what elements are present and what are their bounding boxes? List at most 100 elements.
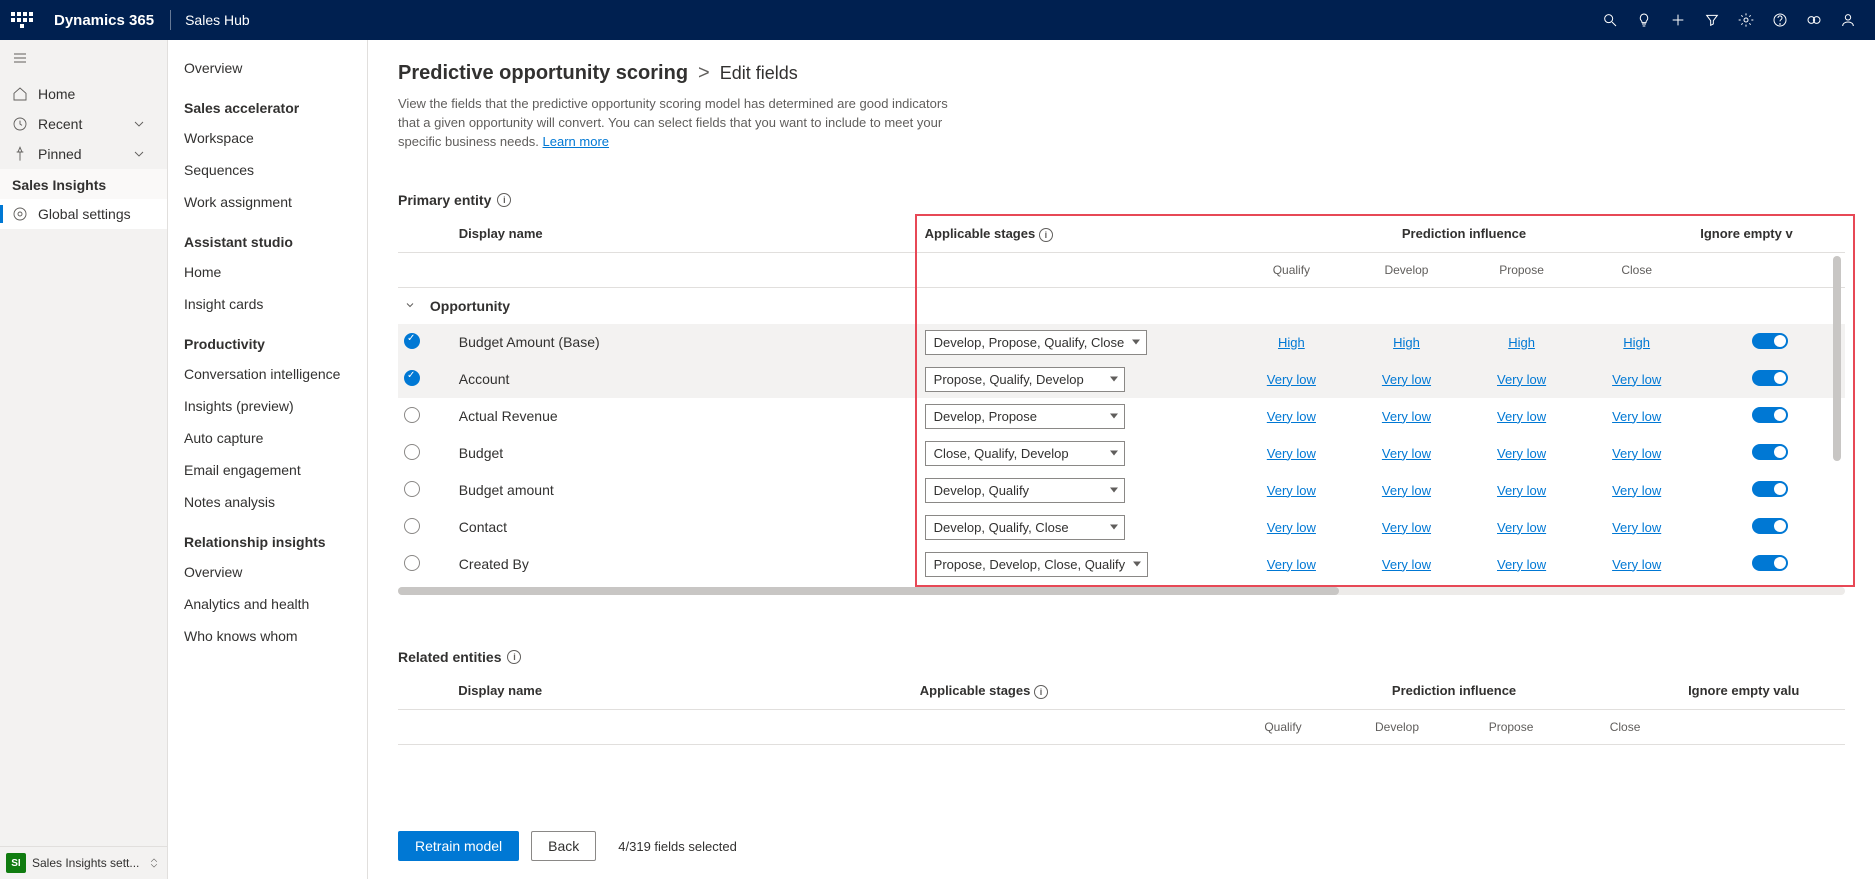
info-icon[interactable]: i — [1034, 685, 1048, 699]
influence-link[interactable]: Very low — [1355, 483, 1458, 498]
influence-link[interactable]: Very low — [1585, 446, 1688, 461]
breadcrumb: Predictive opportunity scoring > Edit fi… — [398, 62, 1845, 85]
applicable-stages-dropdown[interactable]: Propose, Qualify, Develop — [925, 367, 1125, 392]
influence-link[interactable]: Very low — [1240, 520, 1343, 535]
influence-link[interactable]: Very low — [1240, 557, 1343, 572]
influence-link[interactable]: High — [1355, 335, 1458, 350]
influence-link[interactable]: Very low — [1585, 557, 1688, 572]
retrain-model-button[interactable]: Retrain model — [398, 831, 519, 861]
applicable-stages-dropdown[interactable]: Develop, Propose — [925, 404, 1125, 429]
influence-link[interactable]: Very low — [1355, 446, 1458, 461]
influence-link[interactable]: Very low — [1240, 483, 1343, 498]
row-select-radio[interactable] — [404, 518, 420, 534]
learn-more-link[interactable]: Learn more — [543, 134, 609, 149]
nav-home[interactable]: Home — [0, 79, 167, 109]
filter-icon[interactable] — [1695, 0, 1729, 40]
plus-icon[interactable] — [1661, 0, 1695, 40]
chevron-down-icon[interactable] — [404, 299, 416, 311]
app-icon[interactable] — [1797, 0, 1831, 40]
subnav-work-assignment[interactable]: Work assignment — [168, 186, 367, 218]
ignore-empty-toggle[interactable] — [1752, 555, 1788, 571]
ignore-empty-toggle[interactable] — [1752, 370, 1788, 386]
ignore-empty-toggle[interactable] — [1752, 407, 1788, 423]
back-button[interactable]: Back — [531, 831, 596, 861]
help-icon[interactable] — [1763, 0, 1797, 40]
app-name-label[interactable]: Sales Hub — [185, 12, 250, 28]
hamburger-icon[interactable] — [0, 40, 167, 79]
row-select-radio[interactable] — [404, 370, 420, 386]
row-select-radio[interactable] — [404, 333, 420, 349]
row-select-radio[interactable] — [404, 481, 420, 497]
lightbulb-icon[interactable] — [1627, 0, 1661, 40]
applicable-stages-dropdown[interactable]: Develop, Qualify — [925, 478, 1125, 503]
influence-link[interactable]: Very low — [1470, 446, 1573, 461]
influence-link[interactable]: Very low — [1240, 446, 1343, 461]
row-select-radio[interactable] — [404, 555, 420, 571]
influence-link[interactable]: Very low — [1355, 557, 1458, 572]
influence-link[interactable]: Very low — [1240, 409, 1343, 424]
info-icon[interactable]: i — [1039, 228, 1053, 242]
influence-link[interactable]: Very low — [1585, 483, 1688, 498]
ignore-empty-toggle[interactable] — [1752, 444, 1788, 460]
influence-link[interactable]: Very low — [1585, 520, 1688, 535]
vertical-divider — [170, 10, 171, 30]
influence-link[interactable]: Very low — [1355, 372, 1458, 387]
subnav-sequences[interactable]: Sequences — [168, 154, 367, 186]
ignore-empty-toggle[interactable] — [1752, 333, 1788, 349]
influence-link[interactable]: High — [1470, 335, 1573, 350]
horizontal-scrollbar[interactable] — [398, 587, 1845, 595]
applicable-stages-dropdown[interactable]: Propose, Develop, Close, Qualify — [925, 552, 1148, 577]
applicable-stages-dropdown[interactable]: Develop, Qualify, Close — [925, 515, 1125, 540]
ignore-empty-toggle[interactable] — [1752, 518, 1788, 534]
subnav-insights-preview[interactable]: Insights (preview) — [168, 390, 367, 422]
settings-subnav: Overview Sales accelerator Workspace Seq… — [168, 40, 368, 879]
col-applicable-stages: Applicable stages — [925, 226, 1036, 241]
subnav-heading-assistant-studio: Assistant studio — [168, 218, 367, 256]
influence-link[interactable]: High — [1240, 335, 1343, 350]
table-row: Created ByPropose, Develop, Close, Quali… — [398, 546, 1845, 583]
nav-recent[interactable]: Recent — [0, 109, 167, 139]
subnav-ri-overview[interactable]: Overview — [168, 556, 367, 588]
ignore-empty-toggle[interactable] — [1752, 481, 1788, 497]
search-icon[interactable] — [1593, 0, 1627, 40]
influence-link[interactable]: Very low — [1470, 483, 1573, 498]
breadcrumb-root[interactable]: Predictive opportunity scoring — [398, 62, 688, 85]
subnav-analytics-health[interactable]: Analytics and health — [168, 588, 367, 620]
info-icon[interactable]: i — [497, 193, 511, 207]
person-icon[interactable] — [1831, 0, 1865, 40]
subnav-overview[interactable]: Overview — [168, 52, 367, 84]
footer-bar: Retrain model Back 4/319 fields selected — [368, 821, 1875, 879]
row-select-radio[interactable] — [404, 444, 420, 460]
subnav-auto-capture[interactable]: Auto capture — [168, 422, 367, 454]
influence-link[interactable]: High — [1585, 335, 1688, 350]
subnav-who-knows-whom[interactable]: Who knows whom — [168, 620, 367, 652]
info-icon[interactable]: i — [507, 650, 521, 664]
subnav-email-engagement[interactable]: Email engagement — [168, 454, 367, 486]
influence-link[interactable]: Very low — [1470, 372, 1573, 387]
influence-link[interactable]: Very low — [1355, 520, 1458, 535]
influence-link[interactable]: Very low — [1240, 372, 1343, 387]
gear-icon[interactable] — [1729, 0, 1763, 40]
influence-link[interactable]: Very low — [1585, 409, 1688, 424]
page-description: View the fields that the predictive oppo… — [398, 95, 958, 152]
area-switcher[interactable]: SI Sales Insights sett... — [0, 846, 167, 879]
influence-link[interactable]: Very low — [1470, 409, 1573, 424]
influence-link[interactable]: Very low — [1470, 520, 1573, 535]
subnav-insight-cards[interactable]: Insight cards — [168, 288, 367, 320]
influence-link[interactable]: Very low — [1355, 409, 1458, 424]
nav-pinned[interactable]: Pinned — [0, 139, 167, 169]
nav-global-settings[interactable]: Global settings — [0, 199, 167, 229]
subnav-workspace[interactable]: Workspace — [168, 122, 367, 154]
app-launcher-icon[interactable] — [10, 8, 34, 32]
influence-link[interactable]: Very low — [1585, 372, 1688, 387]
subnav-notes-analysis[interactable]: Notes analysis — [168, 486, 367, 518]
field-name: Contact — [459, 519, 507, 535]
subnav-conversation-intelligence[interactable]: Conversation intelligence — [168, 358, 367, 390]
influence-link[interactable]: Very low — [1470, 557, 1573, 572]
applicable-stages-dropdown[interactable]: Close, Qualify, Develop — [925, 441, 1125, 466]
vertical-scrollbar[interactable] — [1833, 256, 1841, 599]
subnav-assistant-home[interactable]: Home — [168, 256, 367, 288]
row-select-radio[interactable] — [404, 407, 420, 423]
subnav-heading-relationship-insights: Relationship insights — [168, 518, 367, 556]
applicable-stages-dropdown[interactable]: Develop, Propose, Qualify, Close — [925, 330, 1148, 355]
